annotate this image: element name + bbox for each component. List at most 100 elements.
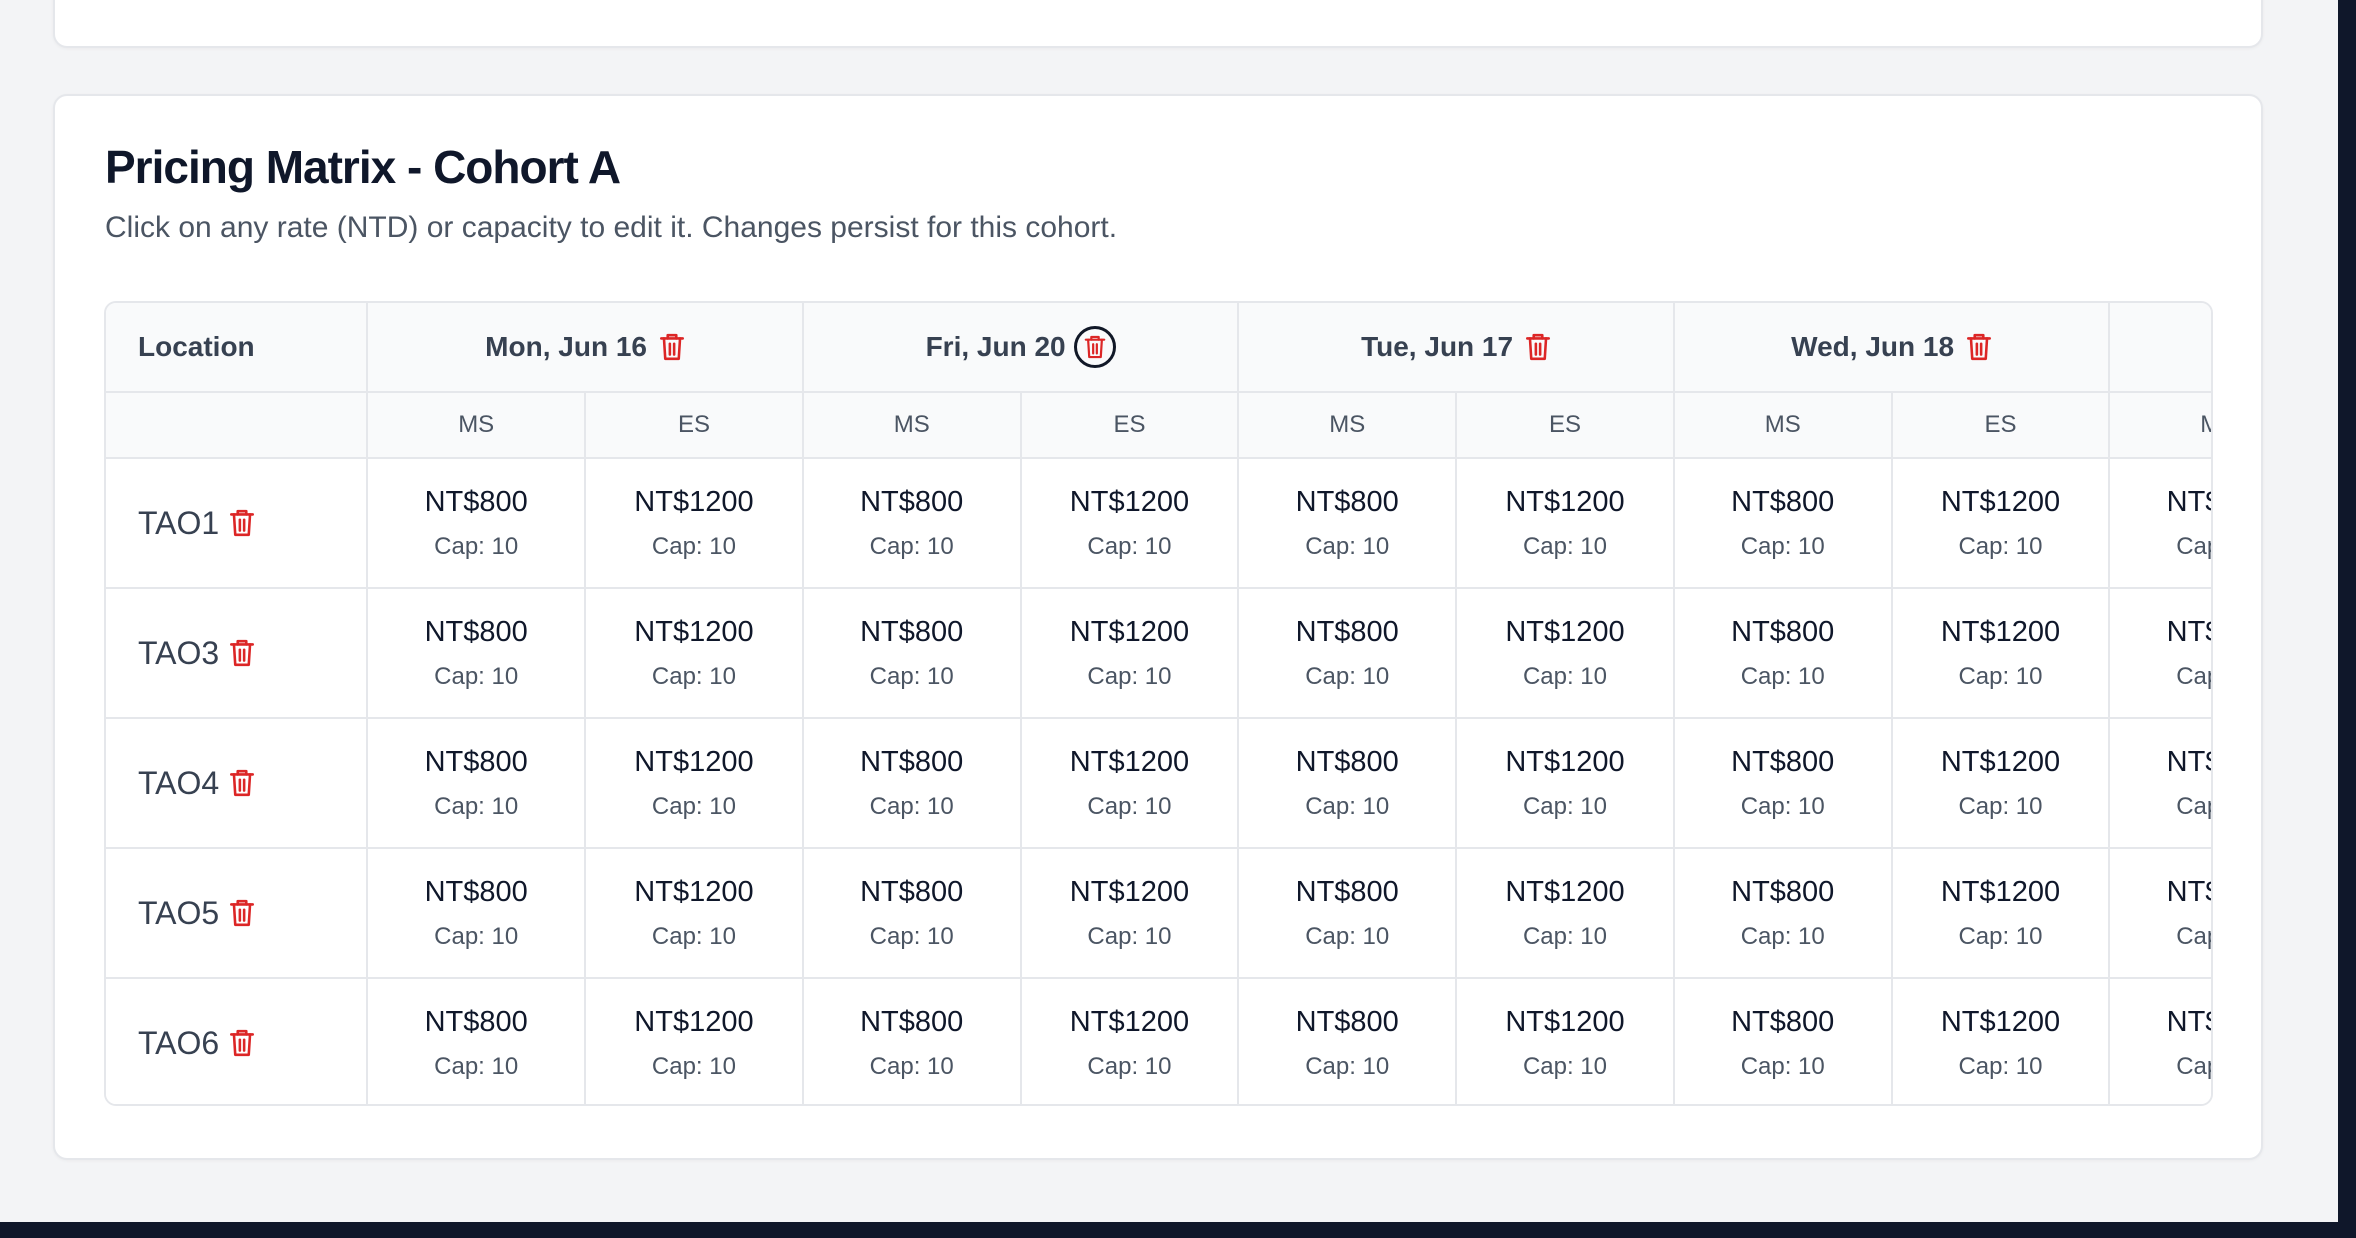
capacity-value[interactable]: Cap: 10 — [1022, 1053, 1238, 1081]
capacity-value[interactable]: Cap: 10 — [368, 533, 584, 561]
capacity-value[interactable]: Cap: 10 — [1022, 663, 1238, 691]
rate-value[interactable]: NT$800 — [1675, 876, 1891, 909]
capacity-value[interactable]: Cap: 10 — [1893, 1053, 2109, 1081]
delete-date-trash-icon[interactable] — [1966, 332, 1992, 362]
rate-value[interactable]: NT$800 — [1239, 1006, 1455, 1039]
rate-value[interactable]: NT$1200 — [1893, 486, 2109, 519]
capacity-value[interactable]: Cap: 10 — [2110, 533, 2211, 561]
capacity-value[interactable]: Cap: 10 — [1457, 1053, 1673, 1081]
capacity-value[interactable]: Cap: 10 — [586, 1053, 802, 1081]
capacity-value[interactable]: Cap: 10 — [1239, 793, 1455, 821]
capacity-value[interactable]: Cap: 10 — [2110, 923, 2211, 951]
capacity-value[interactable]: Cap: 10 — [2110, 793, 2211, 821]
rate-value[interactable]: NT$1200 — [1022, 746, 1238, 779]
rate-value[interactable]: NT$800 — [1675, 616, 1891, 649]
capacity-value[interactable]: Cap: 10 — [368, 923, 584, 951]
rate-value[interactable]: NT$800 — [804, 616, 1020, 649]
capacity-value[interactable]: Cap: 10 — [1893, 533, 2109, 561]
rate-value[interactable]: NT$800 — [368, 486, 584, 519]
rate-value[interactable]: NT$1200 — [586, 486, 802, 519]
capacity-value[interactable]: Cap: 10 — [804, 1053, 1020, 1081]
capacity-value[interactable]: Cap: 10 — [586, 663, 802, 691]
rate-value[interactable]: NT$800 — [1239, 876, 1455, 909]
capacity-value[interactable]: Cap: 10 — [1457, 663, 1673, 691]
delete-location-trash-icon[interactable] — [229, 898, 255, 928]
capacity-value[interactable]: Cap: 10 — [1022, 533, 1238, 561]
rate-value[interactable]: NT$1200 — [1457, 1006, 1673, 1039]
delete-location-trash-icon[interactable] — [229, 1028, 255, 1058]
rate-value[interactable]: NT$800 — [804, 486, 1020, 519]
delete-location-trash-icon[interactable] — [229, 638, 255, 668]
capacity-value[interactable]: Cap: 10 — [1457, 923, 1673, 951]
rate-value[interactable]: NT$1200 — [586, 746, 802, 779]
rate-value[interactable]: NT$800 — [1239, 616, 1455, 649]
capacity-value[interactable]: Cap: 10 — [1675, 663, 1891, 691]
rate-value[interactable]: NT$800 — [2110, 616, 2211, 649]
rate-value[interactable]: NT$1200 — [1022, 616, 1238, 649]
delete-date-trash-icon[interactable] — [659, 332, 685, 362]
capacity-value[interactable]: Cap: 10 — [1893, 923, 2109, 951]
rate-value[interactable]: NT$1200 — [1457, 486, 1673, 519]
capacity-value[interactable]: Cap: 10 — [804, 663, 1020, 691]
capacity-value[interactable]: Cap: 10 — [586, 533, 802, 561]
rate-value[interactable]: NT$1200 — [1893, 746, 2109, 779]
capacity-value[interactable]: Cap: 10 — [368, 1053, 584, 1081]
capacity-value[interactable]: Cap: 10 — [1022, 793, 1238, 821]
rate-value[interactable]: NT$1200 — [1893, 616, 2109, 649]
rate-value[interactable]: NT$1200 — [1893, 1006, 2109, 1039]
rate-value[interactable]: NT$1200 — [586, 1006, 802, 1039]
rate-value[interactable]: NT$800 — [368, 1006, 584, 1039]
capacity-value[interactable]: Cap: 10 — [2110, 663, 2211, 691]
capacity-value[interactable]: Cap: 10 — [1675, 793, 1891, 821]
pricing-table-container[interactable]: Location Mon, Jun 16 Fri, Jun 20 Tue, Jun … — [104, 301, 2213, 1106]
capacity-value[interactable]: Cap: 10 — [1239, 663, 1455, 691]
capacity-value[interactable]: Cap: 10 — [804, 793, 1020, 821]
capacity-value[interactable]: Cap: 10 — [586, 923, 802, 951]
capacity-value[interactable]: Cap: 10 — [1022, 923, 1238, 951]
rate-value[interactable]: NT$800 — [2110, 876, 2211, 909]
capacity-value[interactable]: Cap: 10 — [586, 793, 802, 821]
rate-value[interactable]: NT$800 — [1239, 746, 1455, 779]
delete-location-trash-icon[interactable] — [229, 508, 255, 538]
rate-value[interactable]: NT$1200 — [1457, 746, 1673, 779]
rate-value[interactable]: NT$800 — [368, 876, 584, 909]
rate-value[interactable]: NT$1200 — [1022, 1006, 1238, 1039]
rate-value[interactable]: NT$800 — [1675, 486, 1891, 519]
rate-value[interactable]: NT$800 — [804, 1006, 1020, 1039]
rate-value[interactable]: NT$1200 — [1893, 876, 2109, 909]
rate-value[interactable]: NT$800 — [368, 746, 584, 779]
capacity-value[interactable]: Cap: 10 — [1239, 923, 1455, 951]
rate-value[interactable]: NT$800 — [1239, 486, 1455, 519]
capacity-value[interactable]: Cap: 10 — [368, 663, 584, 691]
rate-value[interactable]: NT$1200 — [1022, 876, 1238, 909]
capacity-value[interactable]: Cap: 10 — [1675, 533, 1891, 561]
capacity-value[interactable]: Cap: 10 — [1893, 663, 2109, 691]
delete-date-trash-icon[interactable] — [1073, 326, 1116, 368]
capacity-value[interactable]: Cap: 10 — [1675, 923, 1891, 951]
rate-value[interactable]: NT$1200 — [1457, 616, 1673, 649]
rate-value[interactable]: NT$800 — [804, 746, 1020, 779]
rate-value[interactable]: NT$1200 — [1457, 876, 1673, 909]
rate-value[interactable]: NT$800 — [2110, 1006, 2211, 1039]
capacity-value[interactable]: Cap: 10 — [1457, 793, 1673, 821]
rate-value[interactable]: NT$1200 — [1022, 486, 1238, 519]
capacity-value[interactable]: Cap: 10 — [804, 533, 1020, 561]
capacity-value[interactable]: Cap: 10 — [1239, 1053, 1455, 1081]
capacity-value[interactable]: Cap: 10 — [368, 793, 584, 821]
capacity-value[interactable]: Cap: 10 — [1893, 793, 2109, 821]
rate-value[interactable]: NT$1200 — [586, 876, 802, 909]
rate-value[interactable]: NT$800 — [804, 876, 1020, 909]
rate-value[interactable]: NT$800 — [1675, 746, 1891, 779]
capacity-value[interactable]: Cap: 10 — [804, 923, 1020, 951]
rate-value[interactable]: NT$800 — [2110, 746, 2211, 779]
rate-value[interactable]: NT$800 — [368, 616, 584, 649]
delete-location-trash-icon[interactable] — [229, 768, 255, 798]
rate-value[interactable]: NT$800 — [1675, 1006, 1891, 1039]
capacity-value[interactable]: Cap: 10 — [1675, 1053, 1891, 1081]
rate-value[interactable]: NT$800 — [2110, 486, 2211, 519]
delete-date-trash-icon[interactable] — [1525, 332, 1551, 362]
capacity-value[interactable]: Cap: 10 — [1239, 533, 1455, 561]
capacity-value[interactable]: Cap: 10 — [2110, 1053, 2211, 1081]
rate-value[interactable]: NT$1200 — [586, 616, 802, 649]
capacity-value[interactable]: Cap: 10 — [1457, 533, 1673, 561]
